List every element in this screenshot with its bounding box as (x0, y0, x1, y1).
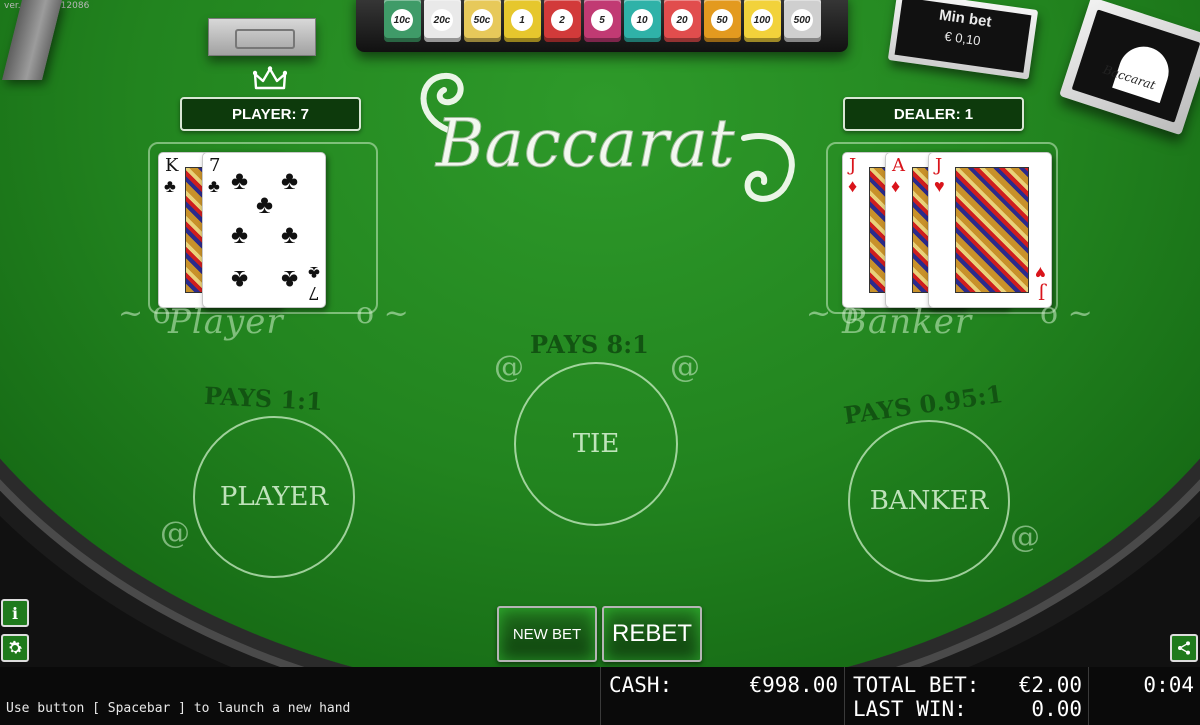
last-win-value: 0.00 (1031, 697, 1082, 721)
timer-panel: 0:04 (1088, 667, 1200, 725)
card-suit-icon: ♦ (891, 176, 901, 196)
share-icon (1178, 641, 1190, 655)
chip-stack: 50 (703, 0, 741, 42)
card-face-art (955, 167, 1029, 293)
card-box-lid (1071, 9, 1200, 123)
chip-stack: 10c (383, 0, 421, 42)
banker-bet-label: BANKER (869, 486, 989, 516)
player-score-label: PLAYER: 7 (180, 97, 361, 131)
game-stage: ver. 2.5.614.12086 10c20c50c125102050100… (0, 0, 1200, 725)
player-area-label: Player (168, 302, 284, 342)
baccarat-logo: Baccarat (420, 72, 795, 202)
cash-value: €998.00 (749, 673, 838, 697)
banker-bet-spot[interactable]: BANKER (848, 420, 1010, 582)
chip-stack: 5 (583, 0, 621, 42)
card-pip-icon: ♣ (281, 165, 299, 195)
chip-tray: 10c 20c 50c 1 2 5 10 20 50 100 500 (356, 0, 848, 52)
chip-label: 20c (431, 9, 453, 31)
card-suit-icon: ♣ (208, 176, 220, 196)
swirl-ornament: o ~ (1040, 296, 1093, 331)
player-card: 7 ♣ 7 ♣ ♣ ♣ ♣ ♣ ♣ ♣ ♣ (202, 152, 326, 308)
total-bet-value: €2.00 (1018, 673, 1082, 697)
swirl-ornament: @ (160, 516, 190, 551)
chip-label: 1 (511, 9, 533, 31)
card-pip-icon: ♣ (281, 265, 299, 295)
hint-text: Use button [ Spacebar ] to launch a new … (6, 701, 351, 716)
settings-button[interactable] (1, 634, 29, 662)
swirl-ornament: ~ o (118, 296, 171, 331)
crown-icon (253, 66, 287, 90)
card-rank: K (165, 155, 179, 176)
share-button[interactable] (1170, 634, 1198, 662)
logo-text: Baccarat (435, 105, 735, 182)
swirl-ornament: @ (670, 350, 700, 385)
chip-label: 10c (391, 9, 413, 31)
chip-stack: 500 (783, 0, 821, 42)
card-rank: J (849, 155, 857, 176)
player-bet-spot[interactable]: PLAYER (193, 416, 355, 578)
total-bet-label: TOTAL BET: (853, 673, 980, 697)
tie-bet-label: TIE (572, 429, 620, 459)
card-suit-icon: ♣ (164, 176, 176, 196)
tie-pays-label: PAYS 8:1 (530, 330, 649, 359)
discard-tray (208, 18, 316, 56)
chip-label: 50 (711, 9, 733, 31)
swirl-ornament: @ (1010, 520, 1040, 555)
dealer-score-label: DEALER: 1 (843, 97, 1024, 131)
chip-stack: 20 (663, 0, 701, 42)
tie-bet-spot[interactable]: TIE (514, 362, 678, 526)
card-rank: J (935, 155, 943, 176)
card-suit-icon: ♦ (848, 176, 858, 196)
card-suit-icon: ♣ (308, 263, 320, 283)
cash-panel: CASH: €998.00 (600, 667, 844, 725)
gear-icon (9, 640, 23, 654)
chip-stack: 10 (623, 0, 661, 42)
info-button[interactable]: i (1, 599, 29, 627)
rebet-button[interactable]: REBET (602, 606, 702, 662)
timer-value: 0:04 (1143, 673, 1194, 697)
cash-label: CASH: (609, 673, 673, 697)
chip-label: 50c (471, 9, 493, 31)
card-rank: 7 (209, 155, 221, 176)
chip-label: 20 (671, 9, 693, 31)
card-pip-icon: ♣ (231, 219, 249, 249)
chip-stack: 20c (423, 0, 461, 42)
chip-label: 100 (751, 9, 773, 31)
card-pip-icon: ♣ (281, 219, 299, 249)
info-icon: i (11, 603, 19, 623)
status-bar: Use button [ Spacebar ] to launch a new … (0, 667, 1200, 725)
chip-label: 10 (631, 9, 653, 31)
chip-stack: 2 (543, 0, 581, 42)
new-bet-button[interactable]: NEW BET (497, 606, 597, 662)
bet-panel: TOTAL BET: €2.00 LAST WIN: 0.00 (844, 667, 1088, 725)
chip-label: 5 (591, 9, 613, 31)
swirl-ornament: o ~ (356, 296, 409, 331)
card-rank: A (892, 155, 905, 176)
chip-label: 500 (791, 9, 813, 31)
swirl-ornament: @ (494, 350, 524, 385)
banker-area-label: Banker (842, 302, 973, 342)
chip-label: 2 (551, 9, 573, 31)
banker-card: J ♥ J ♥ (928, 152, 1052, 308)
card-suit-icon: ♥ (1035, 263, 1046, 283)
chip-stack: 100 (743, 0, 781, 42)
chip-stack: 50c (463, 0, 501, 42)
last-win-label: LAST WIN: (853, 697, 967, 721)
card-pips: ♣ ♣ ♣ ♣ ♣ ♣ ♣ (229, 165, 303, 295)
chip-stack: 1 (503, 0, 541, 42)
card-pip-icon: ♣ (231, 165, 249, 195)
card-suit-icon: ♥ (934, 176, 945, 196)
player-pays-label: PAYS 1:1 (203, 380, 324, 417)
player-bet-label: PLAYER (219, 482, 329, 512)
card-rank: 7 (307, 282, 319, 303)
card-pip-icon: ♣ (231, 265, 249, 295)
card-pip-icon: ♣ (256, 189, 274, 219)
